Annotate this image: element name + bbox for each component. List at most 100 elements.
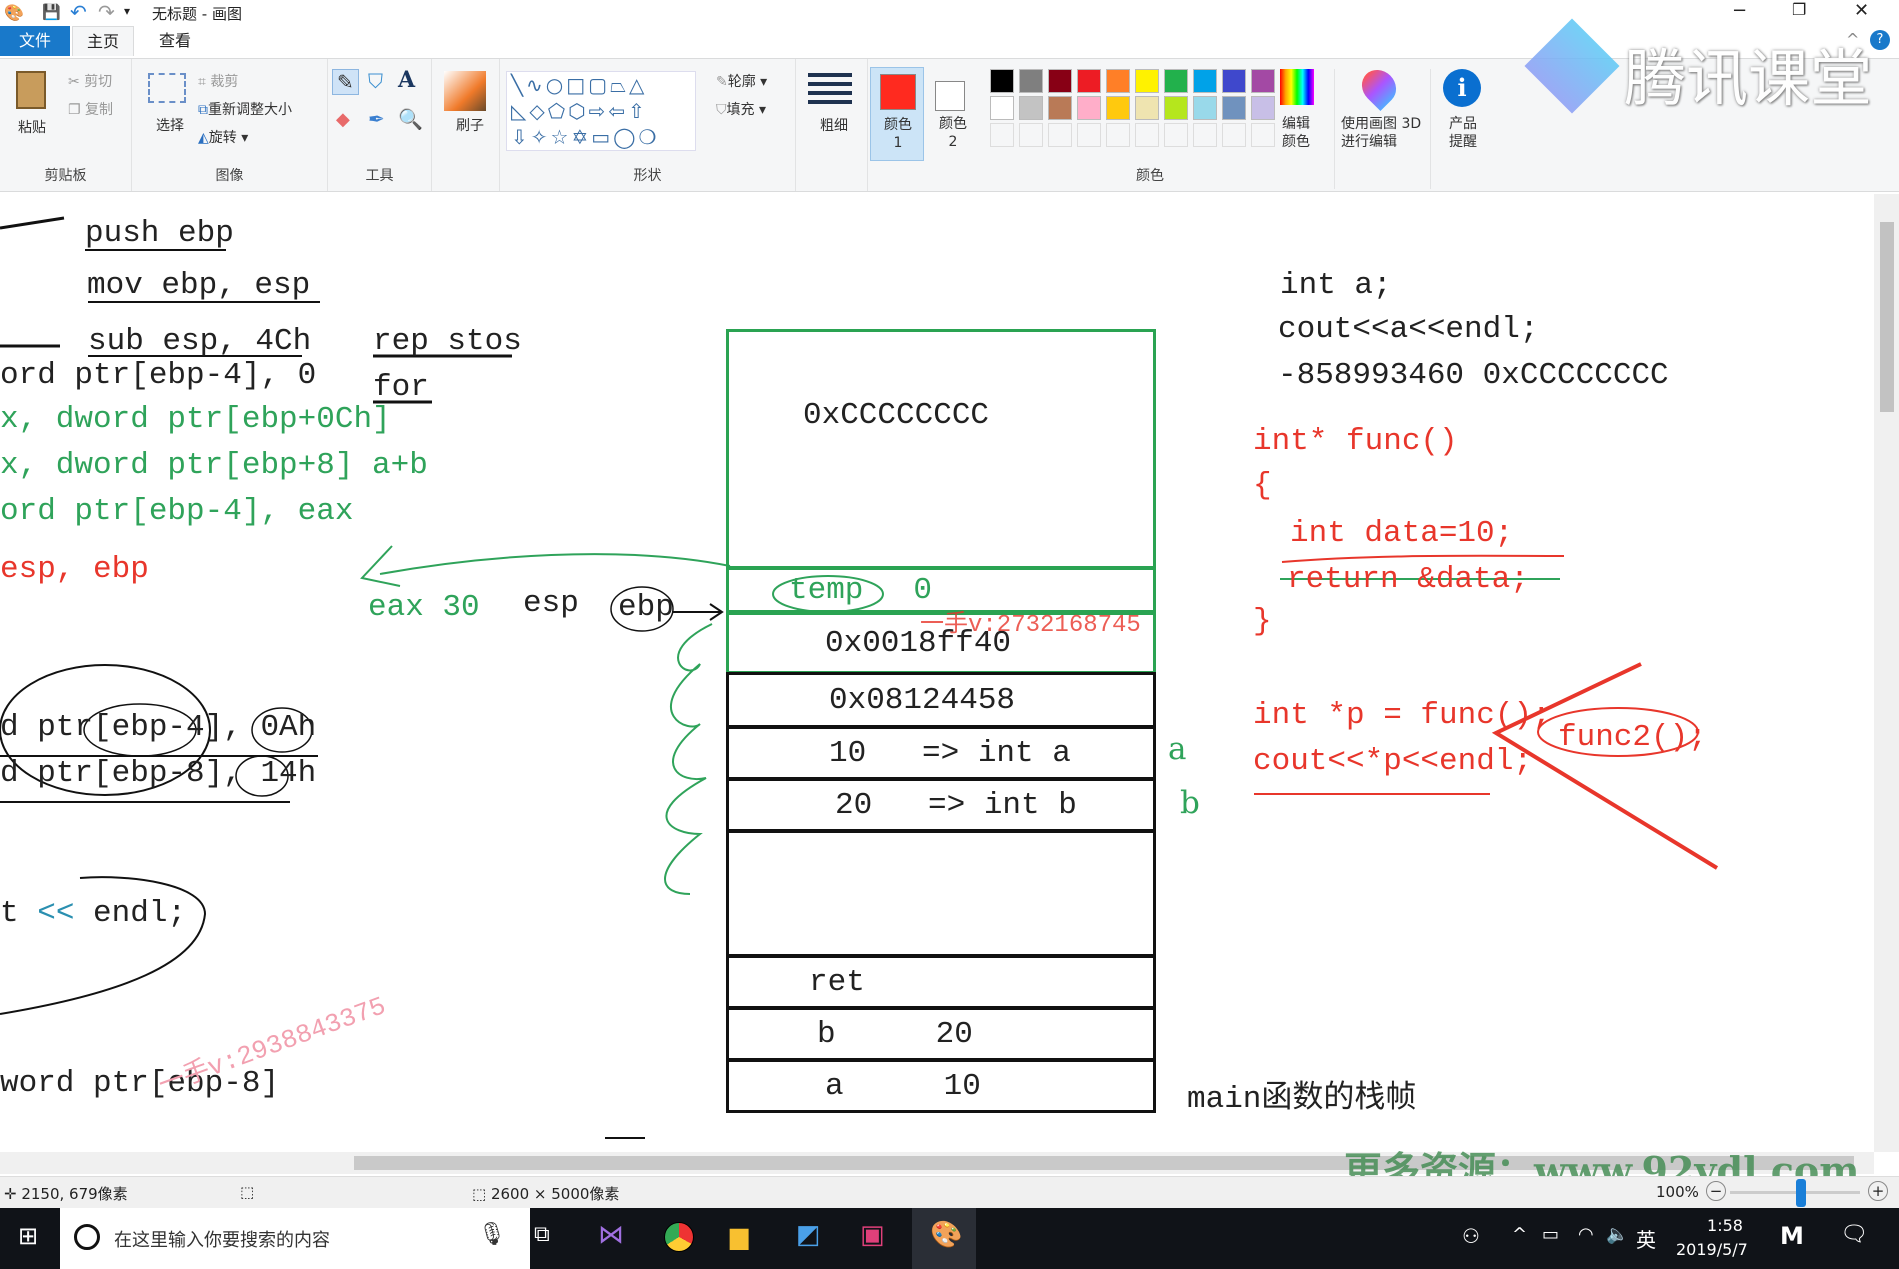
code-line: sub esp, 4Ch <box>88 324 312 359</box>
color-swatch[interactable] <box>1135 69 1159 93</box>
color-swatch[interactable] <box>1193 123 1217 147</box>
action-center-icon[interactable]: 🗨 <box>1840 1222 1868 1247</box>
text-tool-icon[interactable]: A <box>398 67 415 93</box>
image-group: 选择 ⌗ 裁剪 ⧉重新调整大小 ◭旋转 ▾ 图像 <box>132 59 328 191</box>
color1-button[interactable]: 颜色 1 <box>870 67 924 161</box>
volume-icon[interactable]: 🔈 <box>1606 1224 1628 1245</box>
cursor-position: ✛ 2150, 679像素 <box>4 1185 128 1203</box>
color-swatch[interactable] <box>1106 96 1130 120</box>
code-line: int a; <box>1280 268 1392 303</box>
fill-icon[interactable]: ⛉ <box>368 69 383 93</box>
crop-button[interactable]: ⌗ 裁剪 <box>198 71 238 91</box>
color-swatch[interactable] <box>1019 123 1043 147</box>
show-hidden-icons[interactable]: ^ <box>1512 1224 1527 1245</box>
chrome-icon[interactable] <box>664 1222 694 1252</box>
resize-icon: ⧉ <box>198 102 208 118</box>
color-swatch[interactable] <box>1135 123 1159 147</box>
resize-button[interactable]: ⧉重新调整大小 <box>198 99 292 119</box>
brushes-group[interactable]: 刷子 <box>432 59 500 191</box>
app-icon[interactable]: ◩ <box>796 1220 821 1250</box>
clock-time[interactable]: 1:58 <box>1690 1216 1760 1235</box>
select-button[interactable]: 选择 <box>156 117 184 135</box>
file-explorer-icon[interactable]: ▆ <box>730 1222 748 1250</box>
clock-date[interactable]: 2019/5/7 <box>1676 1240 1748 1259</box>
help-icon[interactable]: ? <box>1870 30 1890 50</box>
info-icon: i <box>1443 69 1481 107</box>
microphone-icon[interactable]: 🎙 <box>478 1222 506 1247</box>
color-swatch[interactable] <box>1019 69 1043 93</box>
color-picker-icon[interactable]: ✒ <box>368 107 385 131</box>
size-group[interactable]: 粗细 <box>796 59 868 191</box>
color-swatch[interactable] <box>1048 123 1072 147</box>
color-swatch[interactable] <box>990 96 1014 120</box>
color-swatch[interactable] <box>1164 123 1188 147</box>
color-swatch[interactable] <box>990 69 1014 93</box>
tab-home[interactable]: 主页 <box>72 26 135 56</box>
outline-label: 轮廓 <box>727 74 756 90</box>
minimize-button[interactable]: − <box>1732 0 1747 21</box>
save-icon[interactable]: 💾 <box>42 3 61 21</box>
close-button[interactable]: ✕ <box>1854 0 1869 21</box>
color-swatch[interactable] <box>1222 123 1246 147</box>
wifi-icon[interactable]: ◠ <box>1578 1224 1594 1245</box>
color-swatch[interactable] <box>1106 123 1130 147</box>
windows-start-icon[interactable]: ⊞ <box>18 1222 38 1250</box>
task-view-icon[interactable]: ⧉ <box>534 1222 550 1247</box>
redo-icon[interactable]: ↷ <box>98 0 115 24</box>
people-icon[interactable]: ⚇ <box>1462 1224 1480 1248</box>
color-swatch[interactable] <box>1164 69 1188 93</box>
shapes-gallery[interactable]: ╲∿○□▢⏢△ ◺◇⬠⬡⇨⇦⇧ ⇩✧☆✡▭◯❍ <box>506 71 696 151</box>
product-notice-button[interactable]: i 产品提醒 <box>1430 69 1492 189</box>
tab-file[interactable]: 文件 <box>0 26 70 56</box>
paint3d-button[interactable]: 使用画图 3D 进行编辑 <box>1334 62 1424 189</box>
visual-studio-icon[interactable]: ⋈ <box>598 1220 624 1250</box>
app-tray-icon[interactable]: M <box>1780 1222 1804 1250</box>
tab-view[interactable]: 查看 <box>145 26 205 56</box>
color-swatch[interactable] <box>1222 69 1246 93</box>
color-swatch[interactable] <box>1164 96 1188 120</box>
zoom-in-button[interactable]: + <box>1868 1181 1888 1201</box>
color-swatch[interactable] <box>1048 69 1072 93</box>
restore-button[interactable]: ❐ <box>1792 0 1806 19</box>
color-swatch[interactable] <box>1135 96 1159 120</box>
rotate-button[interactable]: ◭旋转 ▾ <box>198 127 248 147</box>
color2-button[interactable]: 颜色 2 <box>926 67 980 161</box>
drawing-canvas[interactable]: push ebp mov ebp, esp sub esp, 4Ch rep s… <box>0 194 1874 1152</box>
code-line: cout<<a<<endl; <box>1278 312 1539 347</box>
select-icon[interactable] <box>148 73 186 103</box>
undo-icon[interactable]: ↶ <box>70 0 87 24</box>
ime-indicator[interactable]: 英 <box>1636 1224 1656 1253</box>
color-swatch[interactable] <box>1077 123 1101 147</box>
outline-button[interactable]: ✎轮廓 ▾ <box>716 71 767 91</box>
color-swatch[interactable] <box>1222 96 1246 120</box>
vertical-scrollbar[interactable] <box>1874 194 1899 1152</box>
fill-button[interactable]: ⛉填充 ▾ <box>716 99 766 119</box>
color-swatch[interactable] <box>1048 96 1072 120</box>
paste-button[interactable]: 粘贴 <box>14 117 50 137</box>
zoom-slider-thumb[interactable] <box>1796 1179 1806 1207</box>
color-swatch[interactable] <box>1019 96 1043 120</box>
color-swatch[interactable] <box>1193 96 1217 120</box>
ribbon: 粘贴 ✂ 剪切 ❐ 复制 剪贴板 选择 ⌗ 裁剪 ⧉重新调整大小 ◭旋转 ▾ 图… <box>0 58 1899 192</box>
stack-value: 10 => int a <box>829 735 1071 771</box>
paste-icon[interactable] <box>16 71 46 109</box>
customize-qat-icon[interactable]: ▾ <box>124 4 130 18</box>
zoom-out-button[interactable]: − <box>1706 1181 1726 1201</box>
scroll-thumb[interactable] <box>1880 222 1894 412</box>
color-swatch[interactable] <box>1077 69 1101 93</box>
zoom-slider[interactable] <box>1730 1191 1860 1194</box>
pencil-icon[interactable]: ✎ <box>332 69 359 95</box>
jetbrains-icon[interactable]: ▣ <box>860 1220 885 1250</box>
color-swatch[interactable] <box>1106 69 1130 93</box>
edit-colors-button[interactable]: 编辑颜色 <box>1268 69 1324 189</box>
color-swatch[interactable] <box>990 123 1014 147</box>
copy-button[interactable]: ❐ 复制 <box>68 99 113 119</box>
magnifier-icon[interactable]: 🔍 <box>398 107 423 131</box>
cut-button[interactable]: ✂ 剪切 <box>68 71 112 91</box>
battery-icon[interactable]: ▭ <box>1542 1224 1559 1245</box>
eraser-icon[interactable]: ◆ <box>336 109 350 130</box>
taskbar-search-box[interactable]: 在这里输入你要搜索的内容 🎙 <box>60 1208 530 1269</box>
color-swatch[interactable] <box>1193 69 1217 93</box>
color-swatch[interactable] <box>1077 96 1101 120</box>
paint-taskbar-button[interactable]: 🎨 <box>912 1208 976 1269</box>
